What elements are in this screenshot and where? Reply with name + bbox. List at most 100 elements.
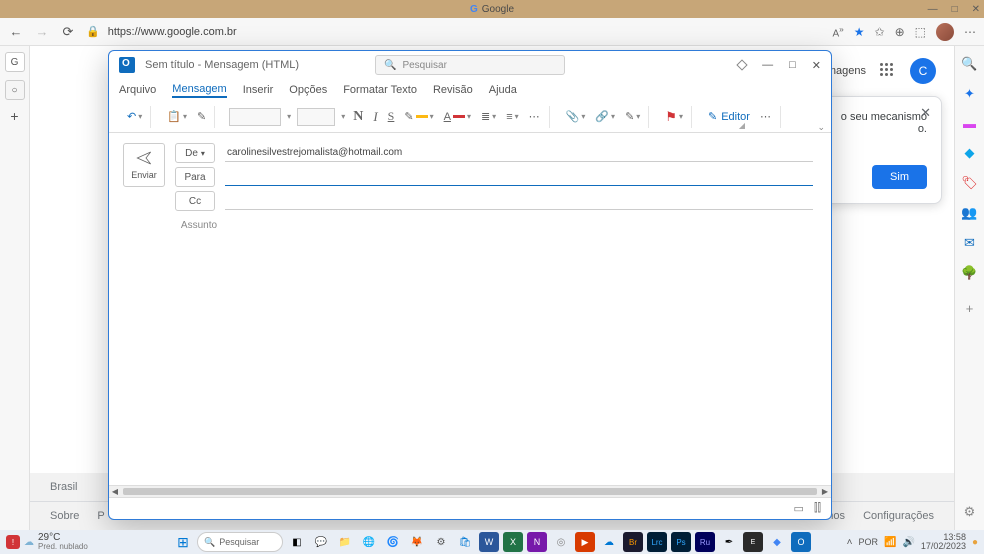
new-tab-button[interactable]: + [10, 108, 18, 124]
taskbar-rush-icon[interactable]: Ru [695, 532, 715, 552]
status-icon-2[interactable]: ⫿⫿ [814, 502, 821, 515]
window-close-button[interactable]: ✕ [972, 4, 980, 15]
taskbar-chrome-icon[interactable]: 🌐 [359, 532, 379, 552]
to-button[interactable]: Para [175, 167, 215, 187]
side-icon-2[interactable]: ▬ [963, 116, 976, 131]
flag-button[interactable]: ⚑▾ [663, 107, 685, 127]
taskbar-photoshop-icon[interactable]: Ps [671, 532, 691, 552]
link-button[interactable]: 🔗▾ [593, 108, 617, 125]
send-button[interactable]: Enviar [123, 143, 165, 187]
menu-ajuda[interactable]: Ajuda [489, 84, 517, 96]
footer-about-link[interactable]: Sobre [50, 510, 79, 522]
italic-button[interactable]: I [371, 107, 379, 127]
more-formatting-button[interactable]: ⋯ [527, 108, 543, 125]
browser-menu-button[interactable]: ⋯ [964, 25, 976, 39]
highlight-button[interactable]: ✎▾ [402, 108, 435, 125]
tray-wifi-icon[interactable]: 📶 [884, 537, 896, 548]
google-account-avatar[interactable]: C [910, 58, 936, 84]
outlook-close-button[interactable]: ✕ [812, 59, 821, 72]
signature-button[interactable]: ✎▾ [623, 108, 642, 125]
task-view-button[interactable]: ◧ [287, 532, 307, 552]
footer-link-2[interactable]: P [97, 510, 104, 522]
nav-reload-button[interactable]: ⟳ [60, 24, 76, 40]
side-icon-1[interactable]: ✦ [964, 86, 975, 102]
side-icon-6[interactable]: ✉ [964, 235, 975, 251]
format-painter-button[interactable]: ✎ [195, 108, 208, 125]
tray-language-icon[interactable]: POR [858, 537, 878, 547]
ribbon-expand-button[interactable]: ⌄ [817, 122, 825, 133]
taskbar-excel-icon[interactable]: X [503, 532, 523, 552]
taskbar-store-icon[interactable]: 🛍 [455, 532, 475, 552]
ribbon-dialog-launcher-icon[interactable]: ◢ [739, 121, 745, 130]
side-icon-7[interactable]: 🌳 [961, 265, 977, 281]
undo-button[interactable]: ↶▾ [125, 108, 144, 125]
active-tab[interactable]: G [5, 52, 25, 72]
message-body[interactable] [109, 240, 831, 485]
attach-button[interactable]: 📎▾ [564, 108, 588, 125]
from-button[interactable]: De▾ [175, 143, 215, 163]
profile-avatar[interactable] [936, 23, 954, 41]
coming-soon-icon[interactable] [736, 59, 747, 70]
status-icon-1[interactable]: ▭ [794, 502, 804, 515]
taskbar-explorer-icon[interactable]: 📁 [335, 532, 355, 552]
taskbar-firefox-icon[interactable]: 🦊 [407, 532, 427, 552]
taskbar-clock[interactable]: 13:58 17/02/2023 [921, 533, 966, 551]
side-icon-5[interactable]: 👥 [961, 205, 977, 221]
google-apps-icon[interactable] [880, 63, 896, 79]
tray-chevron-icon[interactable]: ˄ [847, 537, 853, 548]
taskbar-onenote-icon[interactable]: N [527, 532, 547, 552]
taskbar-app-icon-4[interactable]: ✒ [719, 532, 739, 552]
tray-volume-icon[interactable]: 🔊 [902, 537, 914, 548]
font-name-select[interactable] [229, 108, 281, 126]
scroll-right-arrow[interactable]: ▶ [819, 487, 831, 496]
window-maximize-button[interactable]: □ [952, 4, 958, 15]
favorites-bar-icon[interactable]: ✩ [875, 25, 885, 39]
menu-revisao[interactable]: Revisão [433, 84, 473, 96]
outlook-maximize-button[interactable]: □ [789, 59, 796, 71]
editor-button[interactable]: ✎Editor [706, 108, 752, 125]
cc-field[interactable] [225, 192, 813, 210]
tab-2[interactable]: ○ [5, 80, 25, 100]
taskbar-epic-icon[interactable]: E [743, 532, 763, 552]
subject-field[interactable] [233, 217, 813, 234]
taskbar-outlook-icon[interactable]: O [791, 532, 811, 552]
menu-inserir[interactable]: Inserir [243, 84, 274, 96]
footer-settings-link[interactable]: Configurações [863, 510, 934, 522]
ribbon-overflow-button[interactable]: ⋯ [758, 108, 774, 125]
favorite-icon[interactable]: ★ [854, 25, 865, 39]
menu-opcoes[interactable]: Opções [289, 84, 327, 96]
window-minimize-button[interactable]: — [928, 4, 938, 15]
paste-button[interactable]: 📋▾ [165, 108, 189, 125]
menu-arquivo[interactable]: Arquivo [119, 84, 156, 96]
outlook-search-field[interactable]: 🔍 Pesquisar [375, 55, 565, 75]
taskbar-chat-icon[interactable]: 💬 [311, 532, 331, 552]
notification-center-icon[interactable]: ● [972, 537, 978, 548]
start-button[interactable]: ⊞ [173, 532, 193, 552]
extensions-icon[interactable]: ⬚ [915, 25, 926, 39]
side-icon-3[interactable]: ◆ [965, 145, 975, 161]
collections-icon[interactable]: ⊕ [895, 25, 905, 39]
outlook-minimize-button[interactable]: — [762, 59, 773, 71]
scroll-left-arrow[interactable]: ◀ [109, 487, 121, 496]
side-settings-icon[interactable]: ⚙ [964, 504, 976, 520]
taskbar-word-icon[interactable]: W [479, 532, 499, 552]
taskbar-search[interactable]: 🔍 Pesquisar [197, 532, 283, 552]
taskbar-settings-icon[interactable]: ⚙ [431, 532, 451, 552]
taskbar-lightroom-icon[interactable]: Lrc [647, 532, 667, 552]
menu-formatar[interactable]: Formatar Texto [343, 84, 417, 96]
read-aloud-icon[interactable]: A» [832, 24, 843, 39]
taskbar-edge-icon[interactable]: 🌀 [383, 532, 403, 552]
nav-forward-button[interactable]: → [34, 24, 50, 39]
side-icon-4[interactable]: 🏷 [961, 175, 978, 191]
nav-back-button[interactable]: ← [8, 24, 24, 39]
taskbar-weather[interactable]: ! ☁ 29°C Pred. nublado [6, 533, 88, 551]
horizontal-scrollbar[interactable]: ◀ ▶ [109, 485, 831, 497]
scrollbar-thumb[interactable] [123, 488, 817, 495]
cc-button[interactable]: Cc [175, 191, 215, 211]
menu-mensagem[interactable]: Mensagem [172, 83, 226, 98]
popup-confirm-button[interactable]: Sim [872, 165, 927, 189]
taskbar-app-icon-5[interactable]: ◆ [767, 532, 787, 552]
side-search-icon[interactable]: 🔍 [961, 56, 977, 72]
underline-button[interactable]: S [386, 107, 397, 126]
numbering-button[interactable]: ≡▾ [504, 109, 520, 125]
